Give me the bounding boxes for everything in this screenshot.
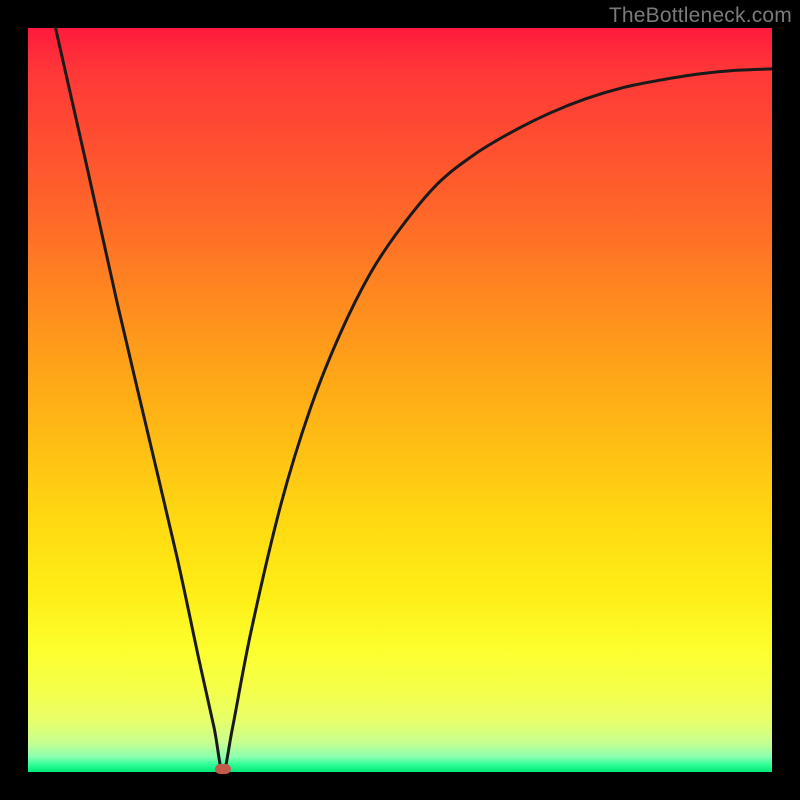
- outer-frame: TheBottleneck.com: [0, 0, 800, 800]
- bottleneck-curve: [28, 28, 772, 772]
- optimal-point-marker: [215, 764, 231, 774]
- plot-area: [28, 28, 772, 772]
- watermark-text: TheBottleneck.com: [609, 4, 792, 28]
